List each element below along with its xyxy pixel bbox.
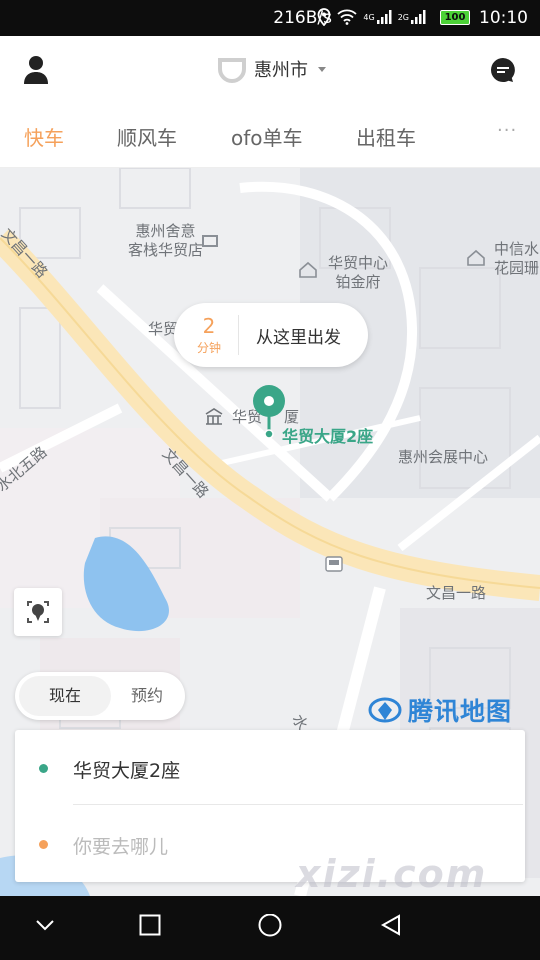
back-icon[interactable] [379, 914, 403, 938]
chat-bubble-icon[interactable] [489, 56, 517, 84]
didi-logo-icon [218, 58, 246, 83]
road-label-wenchang-right: 文昌一路 [426, 584, 487, 602]
more-icon[interactable]: ··· [497, 120, 517, 141]
watermark: xizi.com [296, 852, 488, 896]
service-tabs: 快车 顺风车 ofo单车 出租车 ··· [0, 104, 540, 168]
time-toggle: 现在 预约 [15, 672, 185, 720]
bus-stop-icon [325, 556, 343, 572]
system-nav-bar [0, 896, 540, 960]
signal2-label: 2G [397, 12, 409, 22]
person-icon[interactable] [22, 54, 50, 86]
locate-icon [27, 601, 49, 623]
signal-icon-2 [411, 10, 426, 24]
chevron-down-icon [318, 66, 326, 72]
locate-button[interactable] [14, 588, 62, 636]
destination-dot [39, 840, 48, 849]
wifi-icon [337, 9, 358, 25]
pickup-bubble[interactable]: 2 分钟 从这里出发 [174, 303, 368, 367]
app-header: 惠州市 [0, 36, 540, 104]
pickup-action: 从这里出发 [256, 328, 341, 348]
city-name: 惠州市 [254, 60, 308, 81]
address-divider [73, 804, 523, 805]
map-label-expo: 惠州会展中心 [398, 448, 489, 466]
signal1-label: 4G [363, 12, 375, 22]
tab-taxi[interactable]: 出租车 [356, 122, 416, 151]
eta-unit: 分钟 [196, 341, 221, 355]
pickup-address[interactable]: 华贸大厦2座 [73, 756, 180, 783]
pickup-dot [39, 764, 48, 773]
tencent-map-icon [368, 697, 402, 723]
toggle-book[interactable]: 预约 [113, 676, 181, 716]
recents-icon[interactable] [139, 914, 161, 936]
destination-input[interactable]: 你要去哪儿 [73, 832, 168, 859]
tab-ofo[interactable]: ofo单车 [231, 122, 303, 151]
status-bar: 216B/s 4G 2G 100 10:10 [0, 0, 540, 36]
tab-express[interactable]: 快车 [24, 122, 64, 151]
bubble-divider [238, 315, 239, 355]
tab-hitch[interactable]: 顺风车 [117, 122, 177, 151]
signal-icon [376, 10, 392, 24]
chevron-down-icon[interactable] [34, 914, 56, 936]
toggle-now[interactable]: 现在 [19, 676, 111, 716]
tencent-map-text: 腾讯地图 [408, 697, 513, 726]
clock: 10:10 [479, 8, 528, 28]
map-label-zhongxin: 中信水 花园珊 [494, 240, 540, 277]
map-label-center: 华贸中心 铂金府 [328, 254, 389, 291]
pickup-poi-name: 华贸大厦2座 [282, 427, 374, 446]
location-icon [318, 8, 331, 26]
map-label-hotel: 惠州舍意 客栈华贸店 [128, 222, 204, 259]
eta-value: 2 [202, 314, 216, 338]
battery-icon: 100 [440, 10, 470, 25]
status-icons: 4G 2G [317, 8, 426, 26]
city-selector[interactable]: 惠州市 [216, 54, 326, 84]
home-icon[interactable] [257, 914, 283, 940]
tencent-map-logo: 腾讯地图 [368, 692, 512, 728]
